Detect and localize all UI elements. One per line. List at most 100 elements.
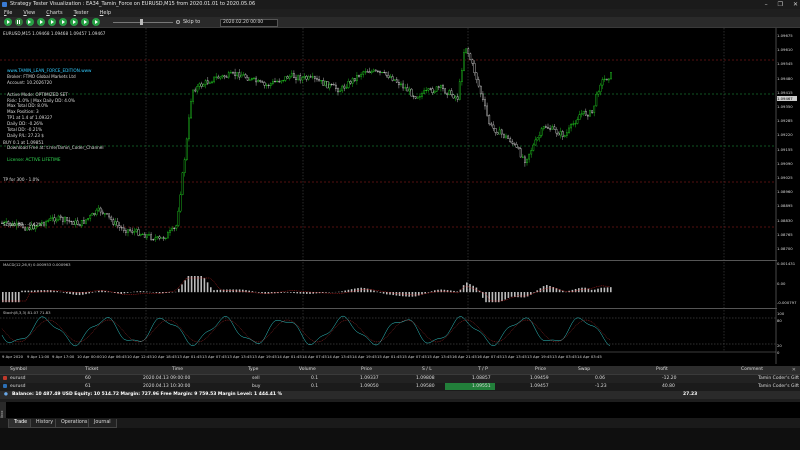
candle-body	[339, 90, 341, 93]
candle-body	[173, 227, 176, 229]
macd-separator[interactable]	[0, 260, 777, 261]
candle-body	[139, 234, 142, 236]
row-icon	[3, 383, 8, 391]
col-ticket[interactable]: Ticket	[85, 366, 98, 374]
col-time[interactable]: Time	[172, 366, 183, 374]
speed-down-icon[interactable]	[59, 18, 67, 26]
panel-close-icon[interactable]: ✕	[792, 366, 796, 374]
skip-to-icon[interactable]	[37, 18, 45, 26]
candle-body	[467, 48, 470, 54]
candle-body	[381, 71, 383, 73]
candle-body	[488, 114, 491, 125]
stoch-separator[interactable]	[0, 308, 777, 309]
trade-table: Symbol Ticket Time Type Volume Price S /…	[0, 366, 800, 402]
macd-bar	[98, 290, 100, 293]
speed-slider[interactable]	[113, 22, 173, 23]
col-comment[interactable]: Comment	[741, 366, 763, 374]
cell-volume: 0.1	[311, 384, 319, 389]
menu-help[interactable]: Help	[100, 9, 111, 17]
macd-bar	[190, 276, 193, 293]
table-row[interactable]: eurusd 60 2020.04.13 09:00:00 sell 0.1 1.0933…	[0, 375, 800, 383]
macd-bar	[248, 290, 250, 293]
macd-bar	[238, 289, 241, 293]
step-icon[interactable]	[26, 18, 34, 26]
maximize-icon[interactable]: ❐	[778, 0, 783, 9]
candle-body	[603, 78, 606, 80]
price-axis-label: 1.09220	[777, 132, 793, 138]
macd-bar	[494, 292, 497, 303]
macd-bar	[178, 288, 180, 293]
fast-forward-icon[interactable]	[48, 18, 56, 26]
candle-body	[534, 139, 537, 146]
candle-body	[309, 76, 312, 78]
skip-to-input[interactable]: 2020.02.20 00:00	[220, 19, 278, 27]
candle-body	[101, 211, 104, 215]
menu-charts[interactable]: Charts	[46, 9, 62, 17]
pause-icon[interactable]	[15, 18, 23, 26]
candle-body	[223, 75, 226, 78]
time-axis-label: 9 Apr 2020	[2, 354, 24, 359]
col-cur-price[interactable]: Price	[535, 366, 546, 374]
menu-file[interactable]: File	[4, 9, 12, 17]
macd-axis-zero: 0.00	[777, 281, 786, 286]
balance-row[interactable]: ● Balance: 10 487.49 USD Equity: 10 514.…	[0, 391, 800, 399]
candle-body	[290, 73, 293, 77]
tab-journal[interactable]: Journal	[88, 419, 117, 428]
col-type[interactable]: Type	[248, 366, 258, 374]
candle-body	[166, 232, 169, 239]
col-symbol[interactable]: Symbol	[10, 366, 27, 374]
balance-summary: Balance: 10 487.49 USD Equity: 10 514.72…	[12, 392, 283, 397]
menu-view[interactable]: View	[23, 9, 35, 17]
macd-bar	[414, 292, 417, 297]
candle-body	[265, 84, 268, 86]
candle-body	[246, 77, 249, 81]
speed-slider-handle[interactable]	[140, 19, 143, 25]
candle-body	[442, 85, 444, 90]
stop-icon[interactable]	[92, 18, 100, 26]
candle-body	[303, 76, 306, 78]
menu-tester[interactable]: Tester	[74, 9, 89, 17]
toolbar: Skip to 2020.02.20 00:00	[0, 17, 800, 28]
macd-signal-line	[2, 277, 611, 302]
price-axis-label: 1.09155	[777, 146, 793, 152]
macd-bar	[456, 291, 458, 293]
macd-bar	[181, 284, 183, 293]
macd-axis-top: 0.001431	[777, 261, 796, 266]
price-chart[interactable]	[0, 28, 800, 364]
minimize-icon[interactable]: –	[765, 0, 768, 9]
macd-bar	[126, 292, 129, 293]
macd-bar	[517, 292, 519, 298]
col-swap[interactable]: Swap	[578, 366, 590, 374]
candle-body	[591, 110, 594, 113]
cell-tp: 1.09551	[472, 384, 491, 389]
macd-bar	[306, 292, 308, 294]
col-tp[interactable]: T / P	[478, 366, 488, 374]
candle-body	[28, 227, 31, 230]
candle-body	[76, 220, 79, 225]
table-row[interactable]: eurusd 61 2020.04.13 10:30:00 buy 0.1 1.09050…	[0, 383, 800, 391]
speed-up-icon[interactable]	[70, 18, 78, 26]
balance-icon: ●	[4, 392, 8, 397]
candle-body	[446, 92, 449, 96]
col-volume[interactable]: Volume	[299, 366, 316, 374]
price-axis-label: 1.09675	[777, 33, 793, 38]
candle-body	[540, 128, 543, 136]
candle-body	[498, 129, 501, 135]
macd-bar	[2, 292, 4, 303]
play-icon[interactable]	[4, 18, 12, 26]
chart-area[interactable]: EURUSD,M15 1.09468 1.09468 1.09457 1.094…	[0, 28, 800, 364]
col-price[interactable]: Price	[361, 366, 372, 374]
candle-body	[154, 237, 157, 240]
macd-bar	[123, 292, 126, 294]
candle-body	[437, 86, 440, 88]
candle-body	[431, 88, 434, 94]
col-profit[interactable]: Profit	[656, 366, 668, 374]
candle-body	[492, 124, 495, 129]
candle-body	[494, 127, 497, 133]
close-icon[interactable]: ✕	[793, 0, 798, 9]
col-sl[interactable]: S / L	[422, 366, 432, 374]
candle-body	[423, 90, 425, 94]
replay-icon[interactable]	[81, 18, 89, 26]
candle-body	[440, 85, 442, 88]
candle-body	[55, 219, 58, 222]
